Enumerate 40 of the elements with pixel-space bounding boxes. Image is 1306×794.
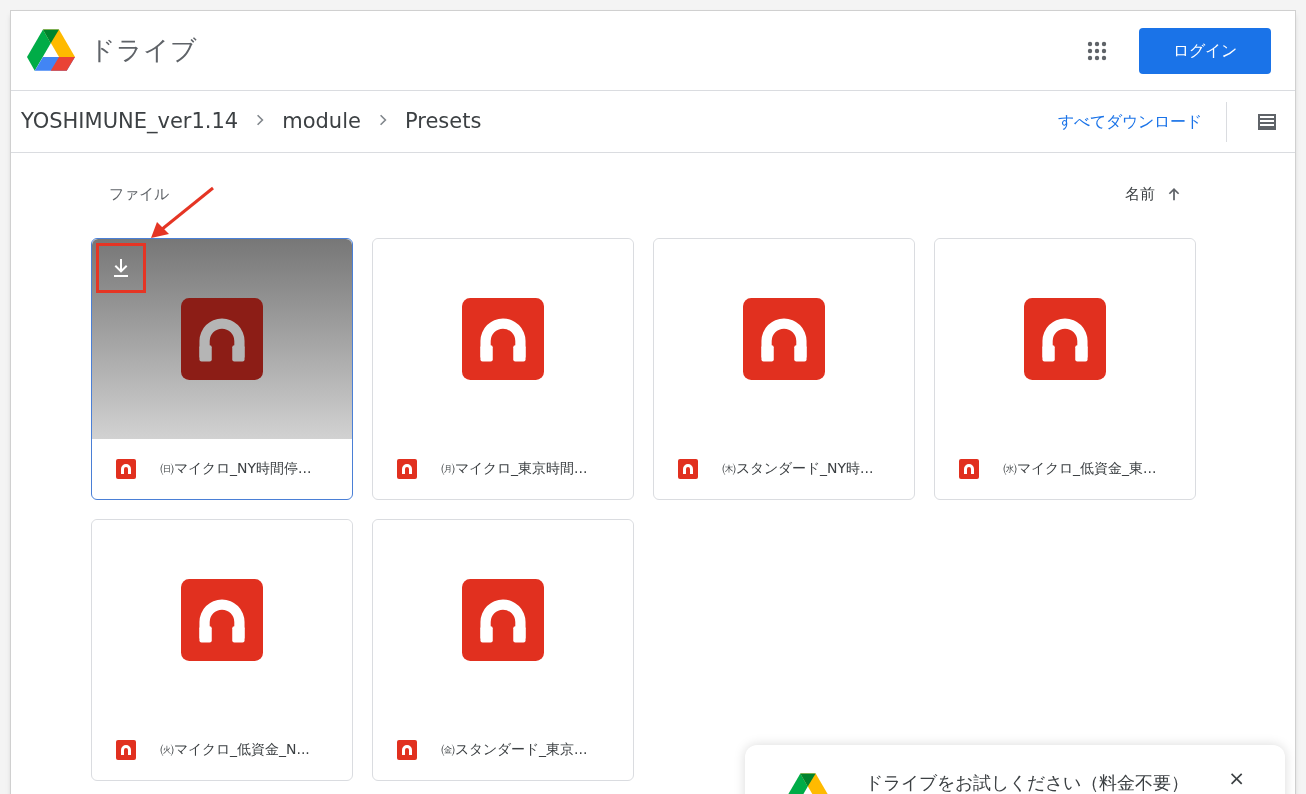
sort-button[interactable]: 名前 [1125, 183, 1181, 206]
file-card[interactable]: ㈪マイクロ_東京時間... [372, 237, 634, 500]
audio-file-icon [397, 739, 417, 760]
headphones-icon [1024, 297, 1106, 380]
breadcrumb-item[interactable]: YOSHIMUNE_ver1.14 [21, 105, 239, 138]
file-name: ㈮スタンダード_東京... [441, 740, 588, 759]
file-name: ㈪マイクロ_東京時間... [441, 459, 588, 478]
apps-grid-icon[interactable] [1087, 40, 1107, 61]
promo-title: ドライブをお試しください（料金不要） [865, 771, 1189, 794]
arrow-up-icon [1167, 187, 1181, 202]
file-card[interactable]: ㈮スタンダード_東京... [372, 518, 634, 781]
download-button[interactable] [96, 242, 146, 293]
file-card[interactable]: ㈫マイクロ_低資金_N... [91, 518, 353, 781]
close-button[interactable]: × [1228, 763, 1245, 793]
headphones-icon [743, 297, 825, 380]
file-name: ㈭スタンダード_NY時... [722, 459, 874, 478]
audio-file-icon [397, 458, 417, 479]
section-label: ファイル [109, 184, 169, 205]
headphones-icon [181, 297, 263, 380]
file-name: ㈬マイクロ_低資金_東... [1003, 459, 1157, 478]
audio-file-icon [678, 458, 698, 479]
breadcrumb-item[interactable]: module [282, 105, 361, 138]
file-name: ㈰マイクロ_NY時間停... [160, 459, 312, 478]
file-card[interactable]: ㈰マイクロ_NY時間停... [91, 237, 353, 500]
breadcrumb-item[interactable]: Presets [404, 105, 482, 138]
headphones-icon [462, 578, 544, 661]
drive-logo [27, 28, 75, 73]
file-card[interactable]: ㈬マイクロ_低資金_東... [934, 237, 1196, 500]
audio-file-icon [116, 458, 136, 479]
file-name: ㈫マイクロ_低資金_N... [160, 740, 310, 759]
headphones-icon [462, 297, 544, 380]
audio-file-icon [959, 458, 979, 479]
login-button[interactable]: ログイン [1139, 27, 1271, 74]
chevron-icon [256, 112, 265, 127]
audio-file-icon [116, 739, 136, 760]
headphones-icon [181, 578, 263, 661]
file-card[interactable]: ㈭スタンダード_NY時... [653, 237, 915, 500]
chevron-icon [378, 112, 387, 127]
app-title: ドライブ [89, 34, 197, 67]
download-all-link[interactable]: すべてダウンロード [1058, 101, 1227, 142]
